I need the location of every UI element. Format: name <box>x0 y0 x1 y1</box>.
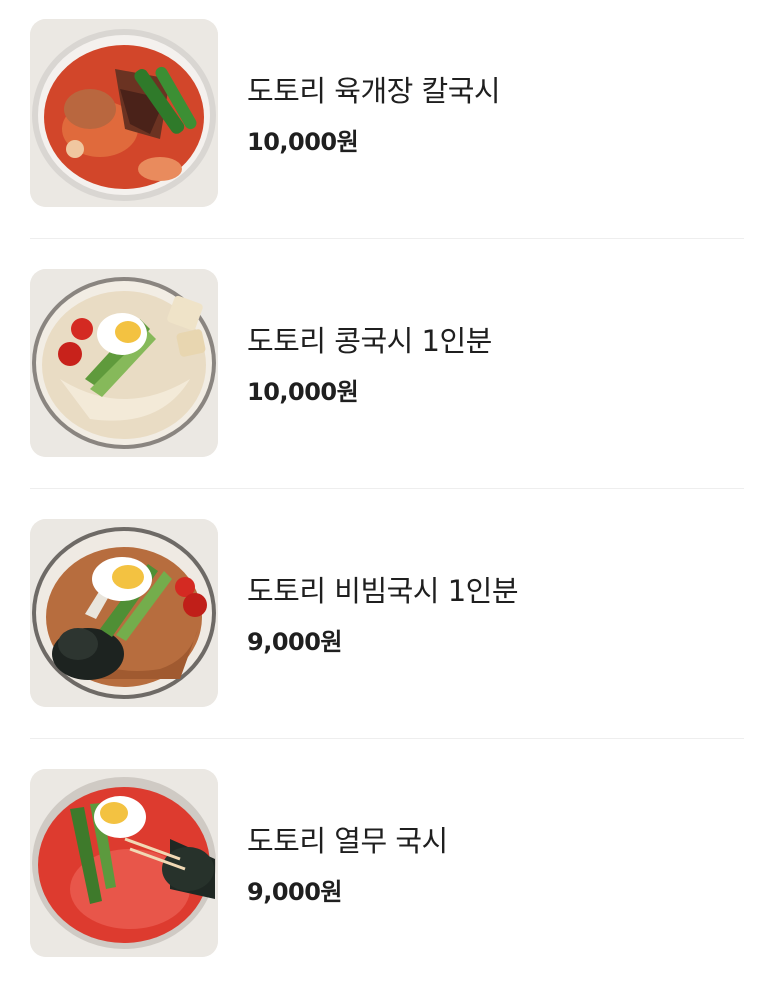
menu-item-kongguksi[interactable]: 도토리 콩국시 1인분 10,000원 <box>0 250 773 500</box>
menu-item-yukgaejang-kalguksi[interactable]: 도토리 육개장 칼국시 10,000원 <box>0 0 773 250</box>
menu-item-price: 9,000원 <box>247 878 343 906</box>
menu-item-bibimguksi[interactable]: 도토리 비빔국시 1인분 9,000원 <box>0 500 773 750</box>
kongguksi-bowl-image <box>30 269 218 457</box>
menu-item-name: 도토리 비빔국시 1인분 <box>247 574 519 608</box>
menu-item-name: 도토리 열무 국시 <box>247 824 448 858</box>
menu-item-price: 9,000원 <box>247 628 343 656</box>
menu-list: 도토리 육개장 칼국시 10,000원 도토리 콩국시 1인분 10,000원 … <box>0 0 773 977</box>
divider <box>30 488 744 489</box>
menu-item-photo <box>30 769 218 957</box>
menu-item-name: 도토리 콩국시 1인분 <box>247 324 492 358</box>
yukgaejang-bowl-image <box>30 19 218 207</box>
menu-item-photo <box>30 269 218 457</box>
menu-item-yeolmu-guksi[interactable]: 도토리 열무 국시 9,000원 <box>0 750 773 1000</box>
menu-item-photo <box>30 19 218 207</box>
yeolmu-guksi-bowl-image <box>30 769 218 957</box>
menu-item-price: 10,000원 <box>247 378 359 406</box>
menu-item-price: 10,000원 <box>247 128 359 156</box>
divider <box>30 238 744 239</box>
divider <box>30 738 744 739</box>
bibimguksi-bowl-image <box>30 519 218 707</box>
menu-item-photo <box>30 519 218 707</box>
menu-item-name: 도토리 육개장 칼국시 <box>247 74 501 108</box>
